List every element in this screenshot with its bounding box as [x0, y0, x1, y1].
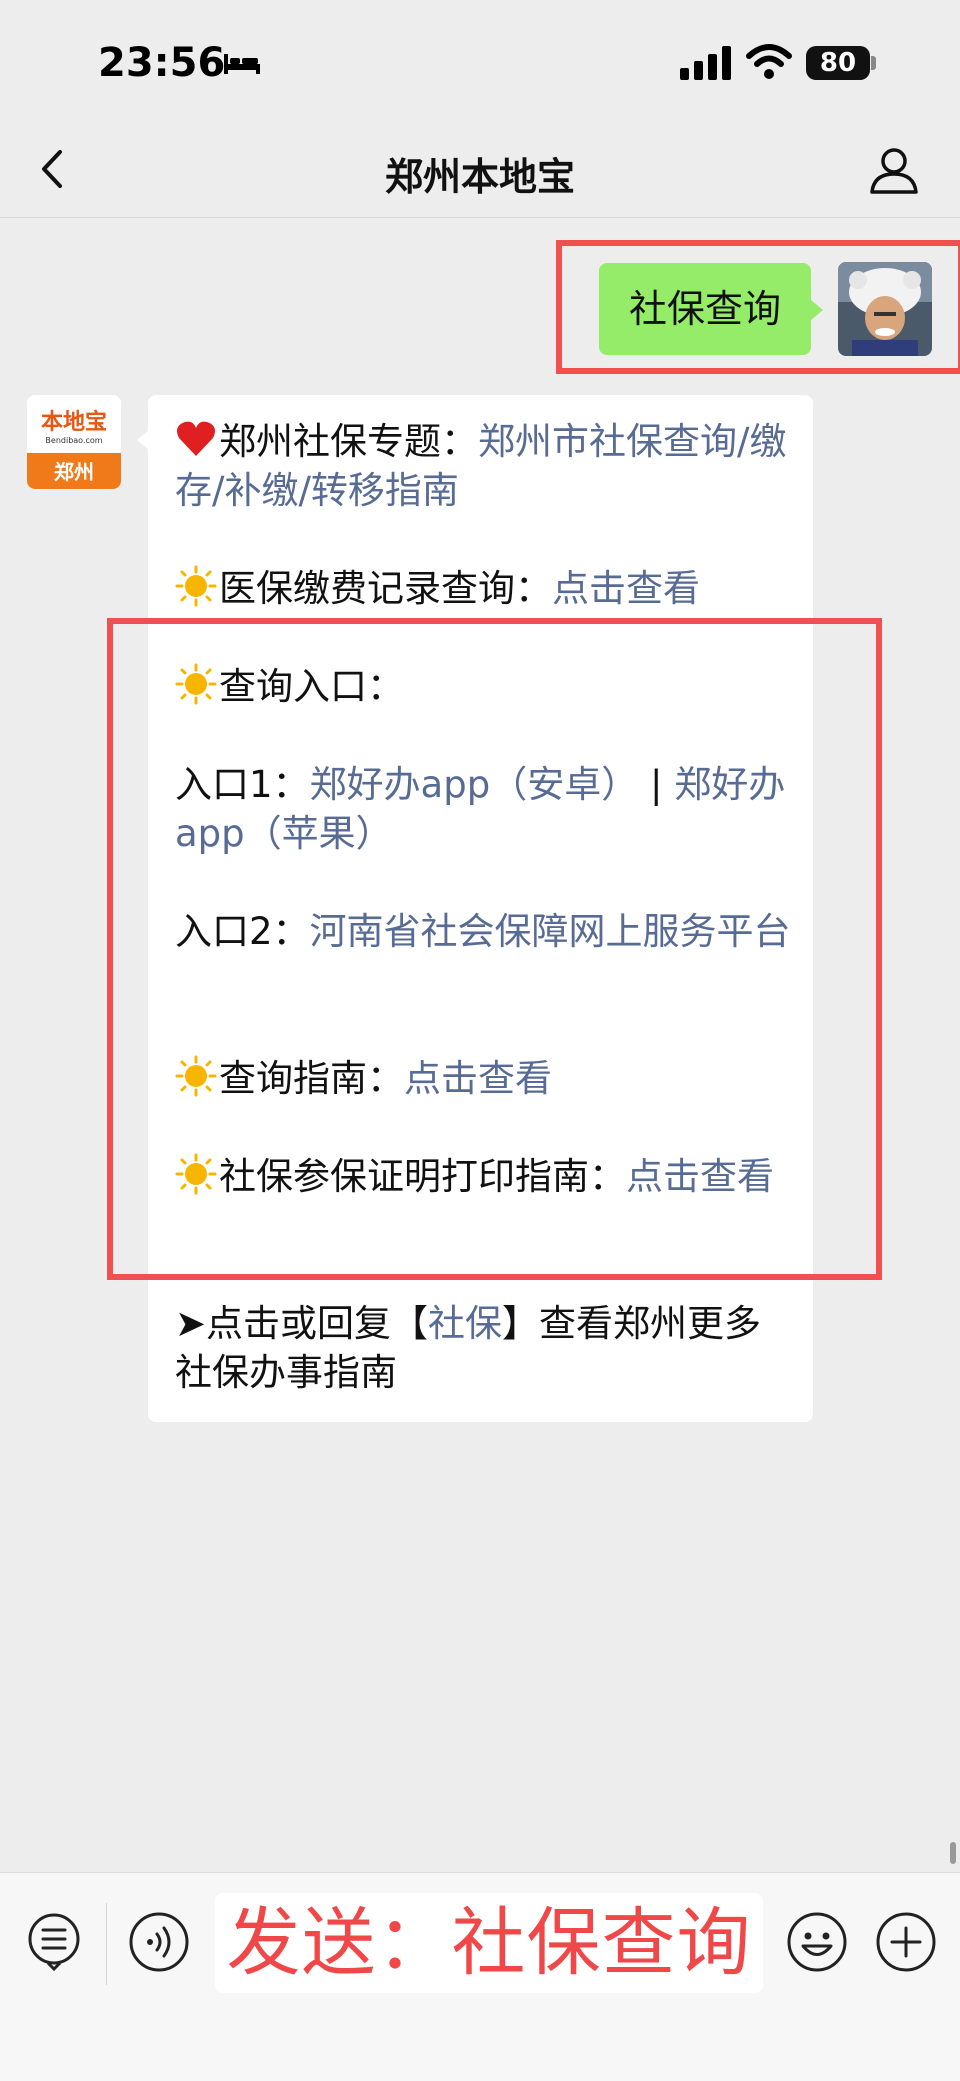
more-guides-line: ➤点击或回复【社保】查看郑州更多社保办事指南	[175, 1299, 795, 1397]
service-menu-icon[interactable]	[24, 1911, 84, 1971]
medical-payment-record-line: 医保缴费记录查询：点击查看	[175, 564, 795, 613]
sun-icon	[175, 565, 217, 607]
more-guides-prefix: ➤点击或回复【	[175, 1302, 429, 1345]
medical-payment-label: 医保缴费记录查询：	[219, 567, 552, 610]
topic-label: 郑州社保专题：	[219, 420, 478, 463]
status-bar: 23:56 80	[0, 0, 960, 120]
user-avatar-image	[838, 262, 932, 356]
wifi-icon	[746, 44, 792, 79]
battery-tip	[871, 56, 876, 70]
plus-icon[interactable]	[875, 1911, 937, 1973]
bendibao-logo-icon: 本地宝 Bendibao.com 郑州	[27, 395, 121, 489]
medical-payment-link[interactable]: 点击查看	[552, 567, 700, 610]
outgoing-message-bubble[interactable]: 社保查询	[599, 263, 811, 355]
outgoing-bubble-tail	[811, 300, 823, 320]
chat-header: 郑州本地宝	[0, 120, 960, 218]
heart-icon	[177, 421, 215, 456]
emoji-icon[interactable]	[786, 1911, 848, 1973]
svg-text:郑州: 郑州	[54, 460, 94, 484]
sleep-mode-icon	[224, 54, 260, 74]
battery-indicator: 80	[806, 46, 870, 80]
voice-input-icon[interactable]	[128, 1911, 190, 1973]
scrollbar[interactable]	[950, 1842, 956, 1864]
bot-avatar[interactable]: 本地宝 Bendibao.com 郑州	[27, 395, 121, 489]
message-input-text: 发送：社保查询	[226, 1900, 752, 1986]
message-input[interactable]: 发送：社保查询	[215, 1893, 763, 1993]
cellular-signal-icon	[680, 46, 731, 80]
chat-title: 郑州本地宝	[384, 155, 575, 199]
profile-icon[interactable]	[868, 144, 920, 196]
svg-text:本地宝: 本地宝	[41, 409, 107, 435]
query-entries-highlight	[107, 618, 882, 1280]
svg-text:Bendibao.com: Bendibao.com	[45, 436, 102, 445]
social-security-keyword-link[interactable]: 社保	[428, 1302, 502, 1345]
chat-input-bar: 发送：社保查询	[0, 1872, 960, 2081]
input-divider	[106, 1903, 107, 1985]
user-avatar[interactable]	[838, 262, 932, 356]
social-security-topic-line: 郑州社保专题：郑州市社保查询/缴存/补缴/转移指南	[175, 417, 795, 515]
status-time: 23:56	[98, 40, 226, 86]
